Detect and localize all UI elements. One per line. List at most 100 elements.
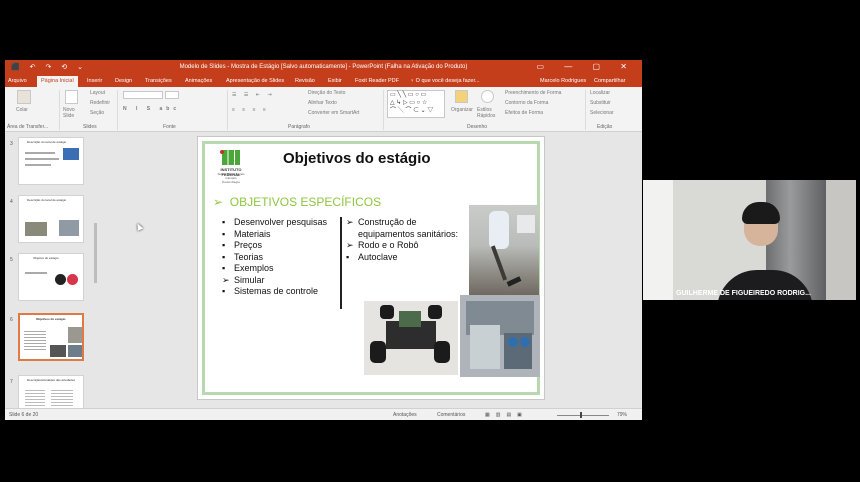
logo-subtext: Sul de Minas Gerais Campus Pouso Alegre (217, 172, 245, 184)
thumbnail-slide-4[interactable]: Descrição do local de estágio (18, 195, 84, 243)
account-name[interactable]: Marcelo Rodrigues (540, 78, 586, 84)
thumbnail-slide-5[interactable]: Objetivo do estágio (18, 253, 84, 301)
reset-button[interactable]: Redefinir (90, 100, 110, 106)
tab-design[interactable]: Design (115, 78, 132, 84)
view-buttons[interactable]: ▦▥▤▣ (485, 412, 528, 418)
list-item: ➢ Construção de equipamentos sanitários: (346, 217, 459, 239)
thumbnail-number: 4 (10, 199, 13, 205)
zoom-thumb[interactable] (580, 412, 582, 418)
group-paragraph: Parágrafo (288, 124, 310, 130)
participant-video[interactable]: GUILHERME DE FIGUEIREDO RODRIG... (643, 180, 856, 300)
thumbnail-title: Objetivos do estágio (36, 317, 66, 321)
list-item: ▪ Autoclave (346, 251, 398, 262)
comments-button[interactable]: Comentários (437, 412, 465, 418)
thumbnail-title: Objetivo do estágio (33, 256, 59, 260)
list-item: ▪ Teorias (222, 251, 264, 262)
list-item: ▪ Desenvolver pesquisas (222, 217, 328, 227)
mouse-cursor (134, 222, 144, 231)
shape-effects-button[interactable]: Efeitos de Forma (505, 110, 543, 116)
slide-canvas[interactable]: INSTITUTO FEDERAL Sul de Minas Gerais Ca… (197, 136, 545, 400)
window-controls[interactable]: ▭ — ▢ ✕ (537, 62, 637, 71)
tab-apresentacao[interactable]: Apresentação de Slides (226, 78, 284, 84)
arrange-label: Organizar (451, 107, 473, 113)
tell-me-search[interactable]: ♀ O que você deseja fazer... (410, 78, 480, 84)
slide-counter: Slide 6 de 20 (9, 412, 39, 418)
subtitle-marker: ➢ (213, 195, 224, 209)
paste-label: Colar (16, 107, 28, 113)
participant-name: GUILHERME DE FIGUEIREDO RODRIG... (676, 290, 811, 297)
font-size-field[interactable] (165, 91, 179, 99)
list-buttons[interactable]: ☰ ☰ ⇤ ⇥ (232, 92, 275, 98)
select-button[interactable]: Selecionar (590, 110, 614, 116)
tab-animacoes[interactable]: Animações (185, 78, 212, 84)
tab-revisao[interactable]: Revisão (295, 78, 315, 84)
title-bar: ⬛ ↶ ↷ ⟲ ⌄ Modelo de Slides - Mostra de E… (5, 60, 642, 76)
if-logo: INSTITUTO FEDERAL Sul de Minas Gerais Ca… (214, 150, 248, 186)
find-button[interactable]: Localizar (590, 90, 610, 96)
thumbnail-title: Descrição do local de estágio (27, 198, 67, 202)
shapes-gallery[interactable]: ▭ ╲ ╲ ▭ ○ ▭ △ ↳ ▷ ▭ ○ ☆ ⌒ ╲ ⌒ ⊂ ⌄ ▽ (387, 90, 445, 118)
tab-inserir[interactable]: Inserir (87, 78, 102, 84)
group-drawing: Desenho (467, 124, 488, 130)
tab-exibir[interactable]: Exibir (328, 78, 342, 84)
group-editing: Edição (597, 124, 613, 130)
new-slide-label: Novo Slide (63, 107, 75, 119)
list-item: ▪ Exemplos (222, 263, 274, 273)
tab-arquivo[interactable]: Arquivo (8, 78, 27, 84)
align-text-button[interactable]: Alinhar Texto (308, 100, 337, 106)
tab-transicoes[interactable]: Transições (145, 78, 172, 84)
autoclave-photo[interactable] (460, 295, 540, 377)
left-bullet-list[interactable]: ▪ Desenvolver pesquisas ▪ Materiais ▪ Preço… (222, 217, 327, 298)
subtitle-text: OBJETIVOS ESPECÍFICOS (229, 195, 382, 209)
thumbnail-title: Descrição/Atividades das atividades (27, 378, 76, 382)
notes-button[interactable]: Anotações (393, 412, 417, 418)
thumbnail-number: 6 (10, 317, 13, 323)
list-item: ▪ Sistemas de controle (222, 286, 319, 296)
new-slide-icon[interactable] (65, 90, 78, 104)
font-name-field[interactable] (123, 91, 163, 99)
thumbnail-number: 5 (10, 257, 13, 263)
shape-fill-button[interactable]: Preenchimento de Forma (505, 90, 561, 96)
section-button[interactable]: Seção (90, 110, 104, 116)
list-item: ▪ Preços (222, 240, 263, 250)
tab-foxit[interactable]: Foxit Reader PDF (355, 78, 399, 84)
status-bar: Slide 6 de 20 Anotações Comentários ▦▥▤▣… (5, 408, 642, 420)
text-direction-button[interactable]: Direção do Texto (308, 90, 345, 96)
quick-styles-icon[interactable] (481, 90, 494, 103)
thumbnail-number: 7 (10, 379, 13, 385)
thumbnail-slide-7[interactable]: Descrição/Atividades das atividades (18, 375, 84, 408)
group-clipboard: Área de Transfer... (7, 124, 49, 130)
thumbnail-title: Descrição do local de estágio (27, 140, 67, 144)
zoom-level[interactable]: 79% (617, 412, 627, 418)
robot-car-photo[interactable] (364, 301, 458, 375)
ribbon-tabs: Arquivo Página Inicial Inserir Design Tr… (5, 76, 642, 87)
slide-thumbnails-panel: 3 Descrição do local de estágio 4 Descri… (5, 133, 100, 408)
align-buttons[interactable]: ≡ ≡ ≡ ≡ (232, 107, 269, 113)
font-format-buttons[interactable]: N I S abc (123, 106, 180, 112)
thumbnail-scrollbar[interactable] (94, 223, 97, 283)
layout-button[interactable]: Layout (90, 90, 105, 96)
thumbnail-slide-6[interactable]: Objetivos do estágio (18, 313, 84, 361)
column-divider (340, 217, 342, 309)
zoom-slider[interactable] (557, 415, 609, 416)
thumbnail-slide-3[interactable]: Descrição do local de estágio (18, 137, 84, 185)
slide-title[interactable]: Objetivos do estágio (283, 150, 431, 167)
quick-styles-label: Estilos Rápidos (477, 107, 496, 119)
paste-icon[interactable] (17, 90, 31, 104)
tab-pagina-inicial[interactable]: Página Inicial (37, 76, 78, 87)
ribbon: Colar Área de Transfer... Novo Slide Lay… (5, 87, 642, 132)
arrange-icon[interactable] (455, 90, 468, 103)
robot-squeegee-photo[interactable] (469, 205, 539, 295)
list-item: ▪ Materiais (222, 228, 271, 239)
replace-button[interactable]: Substituir (590, 100, 611, 106)
share-button[interactable]: Compartilhar (594, 78, 625, 84)
group-font: Fonte (163, 124, 176, 130)
smartart-button[interactable]: Converter em SmartArt (308, 110, 359, 116)
group-slides: Slides (83, 124, 97, 130)
right-bullet-list[interactable]: ➢ Construção de equipamentos sanitários: … (346, 217, 471, 263)
list-item: ➢ Simular (222, 274, 265, 285)
powerpoint-window: ⬛ ↶ ↷ ⟲ ⌄ Modelo de Slides - Mostra de E… (5, 60, 642, 420)
list-item: ➢ Rodo e o Robô (346, 240, 419, 250)
shape-outline-button[interactable]: Contorno da Forma (505, 100, 548, 106)
slide-subtitle[interactable]: ➢ OBJETIVOS ESPECÍFICOS (213, 195, 381, 209)
